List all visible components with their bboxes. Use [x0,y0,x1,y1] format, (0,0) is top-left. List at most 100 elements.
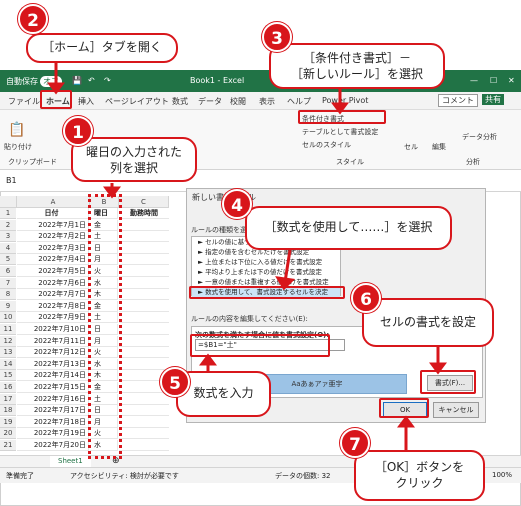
comment-button[interactable]: コメント [438,94,478,107]
cell-hours[interactable]: 勤務時間 [119,208,169,219]
row-number[interactable]: 5 [0,254,16,266]
cell-date[interactable]: 2022年7月20日 [17,440,89,451]
cell-hours[interactable] [119,417,169,428]
row-number[interactable]: 14 [0,358,16,370]
cell-date[interactable]: 2022年7月4日 [17,254,89,266]
maximize-icon[interactable]: ☐ [490,76,497,85]
row-number[interactable]: 13 [0,347,16,359]
row-number[interactable]: 18 [0,405,16,417]
minimize-icon[interactable]: — [470,76,478,85]
row-number[interactable]: 9 [0,300,16,312]
cell-date[interactable]: 2022年7月2日 [17,231,89,243]
clipboard-group-label: クリップボード [8,158,57,166]
cell-hours[interactable] [119,324,169,335]
cell-hours[interactable] [119,347,169,359]
step-badge-7: 7 [340,428,370,458]
format-as-table-button[interactable]: テーブルとして書式設定 [302,127,378,137]
row-number[interactable]: 21 [0,440,16,451]
row-number[interactable]: 15 [0,370,16,382]
paste-button[interactable]: 貼り付け [4,142,32,152]
status-count: データの個数: 32 [275,472,331,480]
tab-formulas[interactable]: 数式 [172,96,188,107]
cell-date[interactable]: 2022年7月16日 [17,393,89,405]
status-accessibility[interactable]: アクセシビリティ: 検討が必要です [70,471,179,481]
cell-date[interactable]: 2022年7月6日 [17,277,89,289]
cell-hours[interactable] [119,266,169,277]
cell-hours[interactable] [119,243,169,254]
cell-date[interactable]: 2022年7月5日 [17,266,89,277]
cell-date[interactable]: 2022年7月14日 [17,370,89,382]
cell-hours[interactable] [119,440,169,451]
tab-insert[interactable]: 挿入 [78,96,94,107]
tab-review[interactable]: 校閲 [230,96,246,107]
cell-date[interactable]: 2022年7月1日 [17,219,89,231]
cell-date[interactable]: 日付 [17,208,89,219]
cell-hours[interactable] [119,336,169,347]
callout-6: セルの書式を設定 [362,298,494,347]
row-number[interactable]: 6 [0,266,16,277]
cell-hours[interactable] [119,289,169,301]
rule-option[interactable]: ► 平均より上または下の値だけを書式設定 [192,267,340,277]
data-analysis-button[interactable]: データ分析 [462,132,497,142]
row-number[interactable]: 20 [0,428,16,440]
cell-date[interactable]: 2022年7月12日 [17,347,89,359]
cell-hours[interactable] [119,301,169,312]
row-number[interactable]: 1 [0,208,16,219]
row-number[interactable]: 11 [0,324,16,335]
editing-button[interactable]: 編集 [432,142,446,152]
row-number[interactable]: 8 [0,289,16,301]
column-header-c[interactable]: C [119,196,169,208]
row-number[interactable]: 4 [0,242,16,254]
autosave-toggle[interactable]: オフ [40,76,62,87]
tab-data[interactable]: データ [198,96,222,107]
row-number[interactable]: 16 [0,382,16,393]
cell-date[interactable]: 2022年7月18日 [17,416,89,428]
tab-power-pivot[interactable]: Power Pivot [322,96,368,105]
cells-button[interactable]: セル [404,142,418,152]
column-header-a[interactable]: A [17,196,90,208]
select-all-corner[interactable] [0,196,17,208]
cell-hours[interactable] [119,405,169,417]
share-button[interactable]: 共有 [482,94,504,105]
rule-option[interactable]: ► 上位または下位に入る値だけを書式設定 [192,257,340,267]
cell-date[interactable]: 2022年7月7日 [17,289,89,301]
cell-date[interactable]: 2022年7月9日 [17,312,89,324]
tab-view[interactable]: 表示 [259,96,275,107]
cell-date[interactable]: 2022年7月13日 [17,358,89,370]
tab-file[interactable]: ファイル [8,96,40,107]
name-box[interactable]: B1 [6,176,17,185]
cell-date[interactable]: 2022年7月3日 [17,242,89,254]
cell-hours[interactable] [119,312,169,324]
save-icon[interactable]: 💾 [72,76,82,85]
close-icon[interactable]: ✕ [508,76,515,85]
row-number[interactable]: 2 [0,219,16,231]
cell-hours[interactable] [119,359,169,370]
cell-date[interactable]: 2022年7月11日 [17,335,89,347]
redo-icon[interactable]: ↷ [104,76,111,85]
tab-help[interactable]: ヘルプ [287,96,311,107]
row-number[interactable]: 17 [0,393,16,405]
row-number[interactable]: 10 [0,312,16,324]
cell-hours[interactable] [119,231,169,243]
cell-date[interactable]: 2022年7月19日 [17,428,89,440]
row-number[interactable]: 7 [0,277,16,289]
cell-date[interactable]: 2022年7月17日 [17,405,89,417]
cell-styles-button[interactable]: セルのスタイル [302,140,351,150]
cell-hours[interactable] [119,428,169,440]
cancel-button[interactable]: キャンセル [433,402,479,418]
window-title: Book1 - Excel [190,76,245,85]
cell-hours[interactable] [119,254,169,266]
cell-hours[interactable] [119,220,169,231]
cell-date[interactable]: 2022年7月8日 [17,300,89,312]
cell-date[interactable]: 2022年7月10日 [17,324,89,335]
tab-page-layout[interactable]: ページレイアウト [105,96,169,107]
cell-date[interactable]: 2022年7月15日 [17,382,89,393]
zoom-level[interactable]: 100% [492,471,512,479]
row-number[interactable]: 12 [0,335,16,347]
undo-icon[interactable]: ↶ [88,76,95,85]
row-number[interactable]: 19 [0,416,16,428]
style-group-label: スタイル [336,158,364,166]
row-number[interactable]: 3 [0,231,16,243]
cell-hours[interactable] [119,278,169,289]
cell-hours[interactable] [119,394,169,405]
